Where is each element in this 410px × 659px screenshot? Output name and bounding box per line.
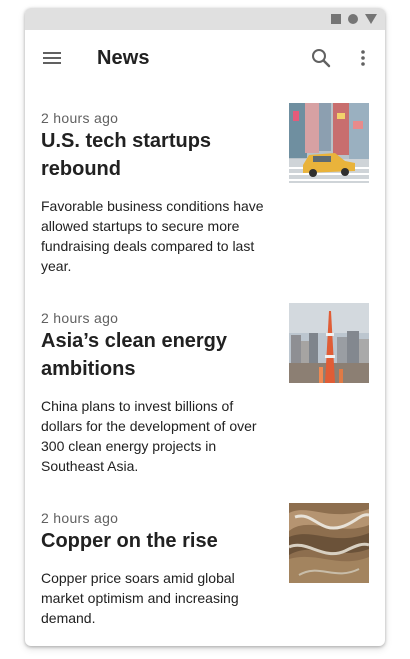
search-icon <box>312 49 331 68</box>
menu-icon <box>43 52 61 54</box>
more-vert-icon <box>361 50 365 66</box>
article-card[interactable]: 2 hours ago Asia’s clean energy ambition… <box>25 303 385 480</box>
article-summary: China plans to invest billions of dollar… <box>41 398 257 474</box>
top-app-bar: News <box>25 30 385 86</box>
search-button[interactable] <box>309 46 333 70</box>
article-thumbnail <box>289 503 369 583</box>
article-headline: U.S. tech startups rebound <box>41 130 212 180</box>
article-headline: Copper on the rise <box>41 530 218 552</box>
article-timestamp: 2 hours ago <box>41 310 119 326</box>
article-thumbnail <box>289 303 369 383</box>
article-headline: Asia’s clean energy ambitions <box>41 330 228 380</box>
circle-icon <box>348 14 358 24</box>
article-timestamp: 2 hours ago <box>41 110 119 126</box>
app-title: News <box>97 47 150 69</box>
more-options-button[interactable] <box>351 46 375 70</box>
square-icon <box>331 14 341 24</box>
menu-button[interactable] <box>39 46 69 70</box>
article-card[interactable]: 2 hours ago Copper on the rise Copper pr… <box>25 503 385 640</box>
status-bar <box>25 8 385 30</box>
triangle-icon <box>365 14 377 24</box>
article-thumbnail <box>289 103 369 183</box>
article-summary: Copper price soars amid global market op… <box>41 570 239 626</box>
article-card[interactable]: 2 hours ago U.S. tech startups rebound F… <box>25 103 385 280</box>
article-summary: Favorable business conditions have allow… <box>41 198 264 274</box>
phone-frame: News 2 hours ago U.S. tech startups rebo… <box>25 8 385 646</box>
article-timestamp: 2 hours ago <box>41 510 119 526</box>
